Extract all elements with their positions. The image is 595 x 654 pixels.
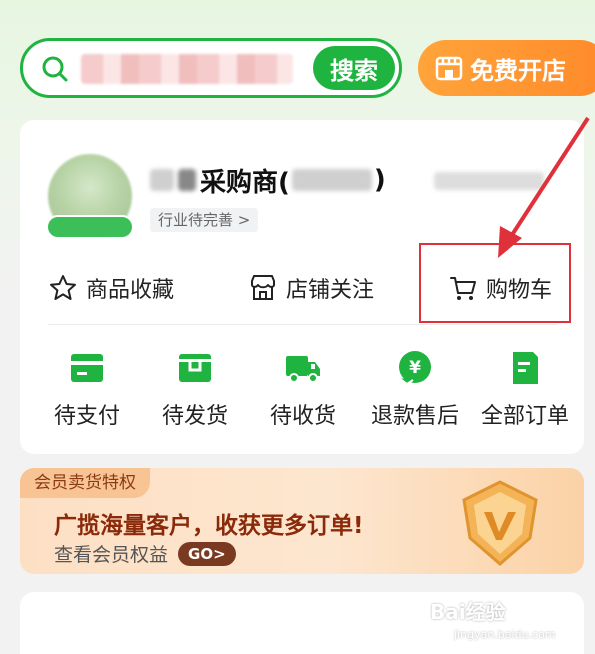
vip-diamond-icon: [462, 480, 538, 566]
store-icon: [435, 56, 463, 81]
open-shop-label: 免费开店: [470, 56, 566, 85]
star-icon: [50, 275, 76, 300]
name-blur: [291, 169, 372, 191]
order-label: 待支付: [53, 404, 120, 429]
open-shop-button[interactable]: 免费开店: [418, 40, 595, 96]
order-pending-payment[interactable]: 待支付: [32, 348, 142, 430]
order-refund[interactable]: ¥ 退款售后: [356, 348, 474, 430]
member-banner[interactable]: 会员卖货特权 广揽海量客户，收获更多订单! 查看会员权益 GO>: [20, 468, 584, 574]
banner-title: 广揽海量客户，收获更多订单!: [54, 513, 364, 539]
order-label: 退款售后: [370, 404, 459, 429]
avatar-badge: [46, 215, 134, 239]
order-pending-receipt[interactable]: 待收货: [248, 348, 358, 430]
search-input-blurred[interactable]: [81, 54, 293, 84]
order-label: 待收货: [269, 404, 336, 429]
followed-stores-label: 店铺关注: [286, 278, 375, 303]
industry-tag[interactable]: 行业待完善 >: [150, 208, 259, 232]
order-label: 全部订单: [480, 404, 569, 429]
go-button[interactable]: GO>: [178, 541, 236, 566]
banner-subtitle-row: 查看会员权益 GO>: [54, 540, 236, 567]
buyer-name: 采购商( ): [150, 160, 386, 200]
buyer-name-close: ): [373, 165, 386, 195]
name-blur: [178, 169, 196, 191]
watermark: Bai经验: [430, 600, 506, 624]
svg-text:¥: ¥: [409, 358, 421, 378]
box-icon: [179, 354, 211, 382]
banner-tag: 会员卖货特权: [20, 468, 150, 498]
buyer-name-text: 采购商(: [200, 167, 290, 198]
favorites-label: 商品收藏: [86, 278, 175, 303]
document-icon: [513, 352, 538, 384]
truck-icon: [286, 356, 320, 383]
watermark-url: jingyan.baidu.com: [454, 628, 556, 641]
followed-stores-button[interactable]: 店铺关注: [248, 268, 374, 308]
wallet-icon: [71, 354, 103, 382]
store-icon: [251, 275, 275, 300]
account-info-blur: [434, 172, 544, 190]
cart-highlight-annotation: [419, 243, 571, 323]
profile-card: 采购商( ) 行业待完善 > 商品收藏 店铺关注 购物车 待支付 待发货 待收货…: [20, 120, 584, 454]
order-pending-shipment[interactable]: 待发货: [140, 348, 250, 430]
name-blur: [150, 169, 174, 191]
search-bar[interactable]: 搜索: [20, 38, 402, 98]
banner-subtitle: 查看会员权益: [54, 544, 169, 566]
divider: [48, 324, 558, 325]
refund-icon: ¥: [398, 351, 431, 386]
search-icon: [42, 56, 68, 82]
search-button[interactable]: 搜索: [313, 46, 395, 90]
order-all[interactable]: 全部订单: [466, 348, 584, 430]
order-label: 待发货: [161, 404, 228, 429]
favorites-button[interactable]: 商品收藏: [48, 268, 174, 308]
